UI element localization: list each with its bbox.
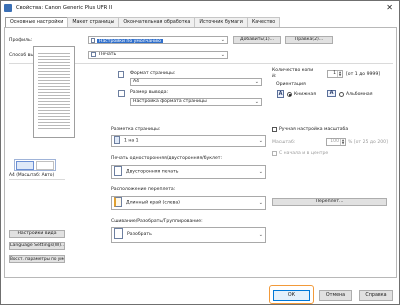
- title-bar: Свойства: Canon Generic Plus UFR II ✕: [1, 1, 399, 15]
- output-size-icon: [118, 90, 125, 97]
- tab-strip: Основные настройки Макет страницы Оконча…: [5, 17, 281, 28]
- profile-value: Настройки по умолчанию: [97, 39, 163, 44]
- page-size-value: A4: [133, 79, 140, 84]
- manual-scale-checkbox[interactable]: [272, 127, 277, 132]
- collate-value: Разобрать: [127, 232, 152, 237]
- chevron-down-icon: ⌄: [258, 169, 263, 175]
- scale-range: % [от 25 до 200]: [348, 140, 388, 145]
- chevron-down-icon: ⌄: [258, 232, 263, 238]
- chevron-down-icon: ⌄: [258, 138, 263, 144]
- help-button[interactable]: Справка: [359, 290, 393, 301]
- preview-view-toggle[interactable]: [14, 159, 56, 171]
- duplex-label: Печать односторонняя/двусторонняя/буклет…: [111, 156, 223, 161]
- page-preview: [33, 46, 75, 138]
- page-size-icon: [118, 71, 124, 78]
- tab-finishing[interactable]: Окончательная обработка: [118, 17, 196, 27]
- gutter-button[interactable]: Переплет...: [272, 198, 387, 206]
- window-title: Свойства: Canon Generic Plus UFR II: [16, 5, 112, 11]
- profile-icon: [91, 37, 95, 43]
- duplex-value: Двусторонняя печать: [126, 169, 179, 175]
- scale-value: 100: [330, 139, 339, 144]
- view-settings-button[interactable]: Настройки вида: [9, 230, 65, 238]
- duplex-icon: [114, 166, 122, 176]
- language-settings-button[interactable]: Language Settings(W)...: [9, 242, 65, 250]
- ok-button[interactable]: ОК: [273, 290, 310, 301]
- printer-view-icon[interactable]: [16, 161, 34, 170]
- printer-properties-dialog: Свойства: Canon Generic Plus UFR II ✕ Ос…: [0, 0, 400, 305]
- spin-arrows-icon[interactable]: ▲ ▼: [337, 71, 342, 77]
- page-size-label: Формат страницы:: [130, 71, 176, 76]
- output-method-select[interactable]: Печать ⌄: [88, 51, 228, 59]
- page-layout-label: Разметка страницы:: [111, 127, 161, 132]
- portrait-radio[interactable]: [287, 92, 292, 97]
- tab-quality[interactable]: Качество: [246, 17, 281, 27]
- output-size-value: Настройка формата страницы: [133, 99, 207, 104]
- printer-icon: [4, 4, 12, 12]
- chevron-down-icon: ⌄: [254, 79, 259, 85]
- collate-icon: [114, 228, 123, 239]
- copies-range: [от 1 до 9999]: [346, 72, 381, 77]
- preview-caption: A4 (Масштаб: Авто): [9, 173, 55, 178]
- duplex-select[interactable]: Двусторонняя печать ⌄: [111, 165, 266, 179]
- chevron-down-icon: ⌄: [258, 200, 263, 206]
- page-layout-select[interactable]: 1 на 1 ⌄: [111, 135, 266, 147]
- scale-stepper[interactable]: 100 ▲ ▼: [326, 138, 346, 146]
- orientation-label: Ориентация: [276, 82, 306, 87]
- landscape-radio[interactable]: [339, 92, 344, 97]
- divider: [9, 179, 65, 180]
- chevron-down-icon: ⌄: [220, 37, 225, 43]
- portrait-label: Книжная: [294, 92, 316, 97]
- copies-value: 1: [333, 71, 336, 76]
- center-label: С начала и в центре: [279, 151, 329, 156]
- profile-select[interactable]: Настройки по умолчанию ⌄: [88, 36, 228, 44]
- profile-label: Профиль:: [9, 38, 33, 43]
- tab-page-setup[interactable]: Макет страницы: [67, 17, 120, 27]
- landscape-label: Альбомная: [346, 92, 373, 97]
- chevron-down-icon: ⌄: [220, 52, 225, 58]
- print-icon: [91, 52, 96, 57]
- copies-label-cont: й:: [272, 74, 277, 79]
- collate-label: Сшивание/Разобрать/Группирование:: [111, 219, 203, 224]
- spin-arrows-icon[interactable]: ▲ ▼: [340, 139, 345, 145]
- binding-value: Длинный край (слева): [126, 200, 180, 206]
- output-method-value: Печать: [99, 52, 117, 57]
- copies-label: Количество копи: [272, 68, 314, 73]
- chevron-down-icon: ⌄: [254, 99, 259, 105]
- copies-stepper[interactable]: 1 ▲ ▼: [327, 70, 343, 78]
- page-size-select[interactable]: A4 ⌄: [130, 78, 262, 86]
- settings-view-icon[interactable]: [36, 161, 54, 170]
- tab-paper-source[interactable]: Источник бумаги: [194, 17, 248, 27]
- binding-label: Расположение переплета:: [111, 187, 176, 192]
- portrait-icon: A: [277, 90, 284, 98]
- center-checkbox[interactable]: [272, 151, 277, 156]
- collate-select[interactable]: Разобрать ⌄: [111, 227, 266, 243]
- restore-defaults-button[interactable]: Восст. параметры по умолчанию: [9, 255, 65, 263]
- edit-profile-button[interactable]: Правка(2)...: [285, 36, 333, 44]
- preview-text-lines: [38, 53, 70, 131]
- output-size-select[interactable]: Настройка формата страницы ⌄: [130, 98, 262, 106]
- binding-select[interactable]: Длинный край (слева) ⌄: [111, 196, 266, 210]
- cancel-button[interactable]: Отмена: [319, 290, 352, 301]
- landscape-icon: A: [327, 90, 336, 97]
- layout-1up-icon: [114, 136, 120, 144]
- output-size-label: Размер вывода:: [130, 90, 169, 95]
- binding-icon: [114, 197, 122, 207]
- manual-scale-label: Ручная настройка масштаба: [279, 127, 349, 132]
- close-icon[interactable]: ✕: [386, 3, 393, 12]
- add-profile-button[interactable]: Добавить(1)...: [233, 36, 281, 44]
- scale-label: Масштаб:: [272, 140, 296, 145]
- page-layout-value: 1 на 1: [124, 138, 139, 144]
